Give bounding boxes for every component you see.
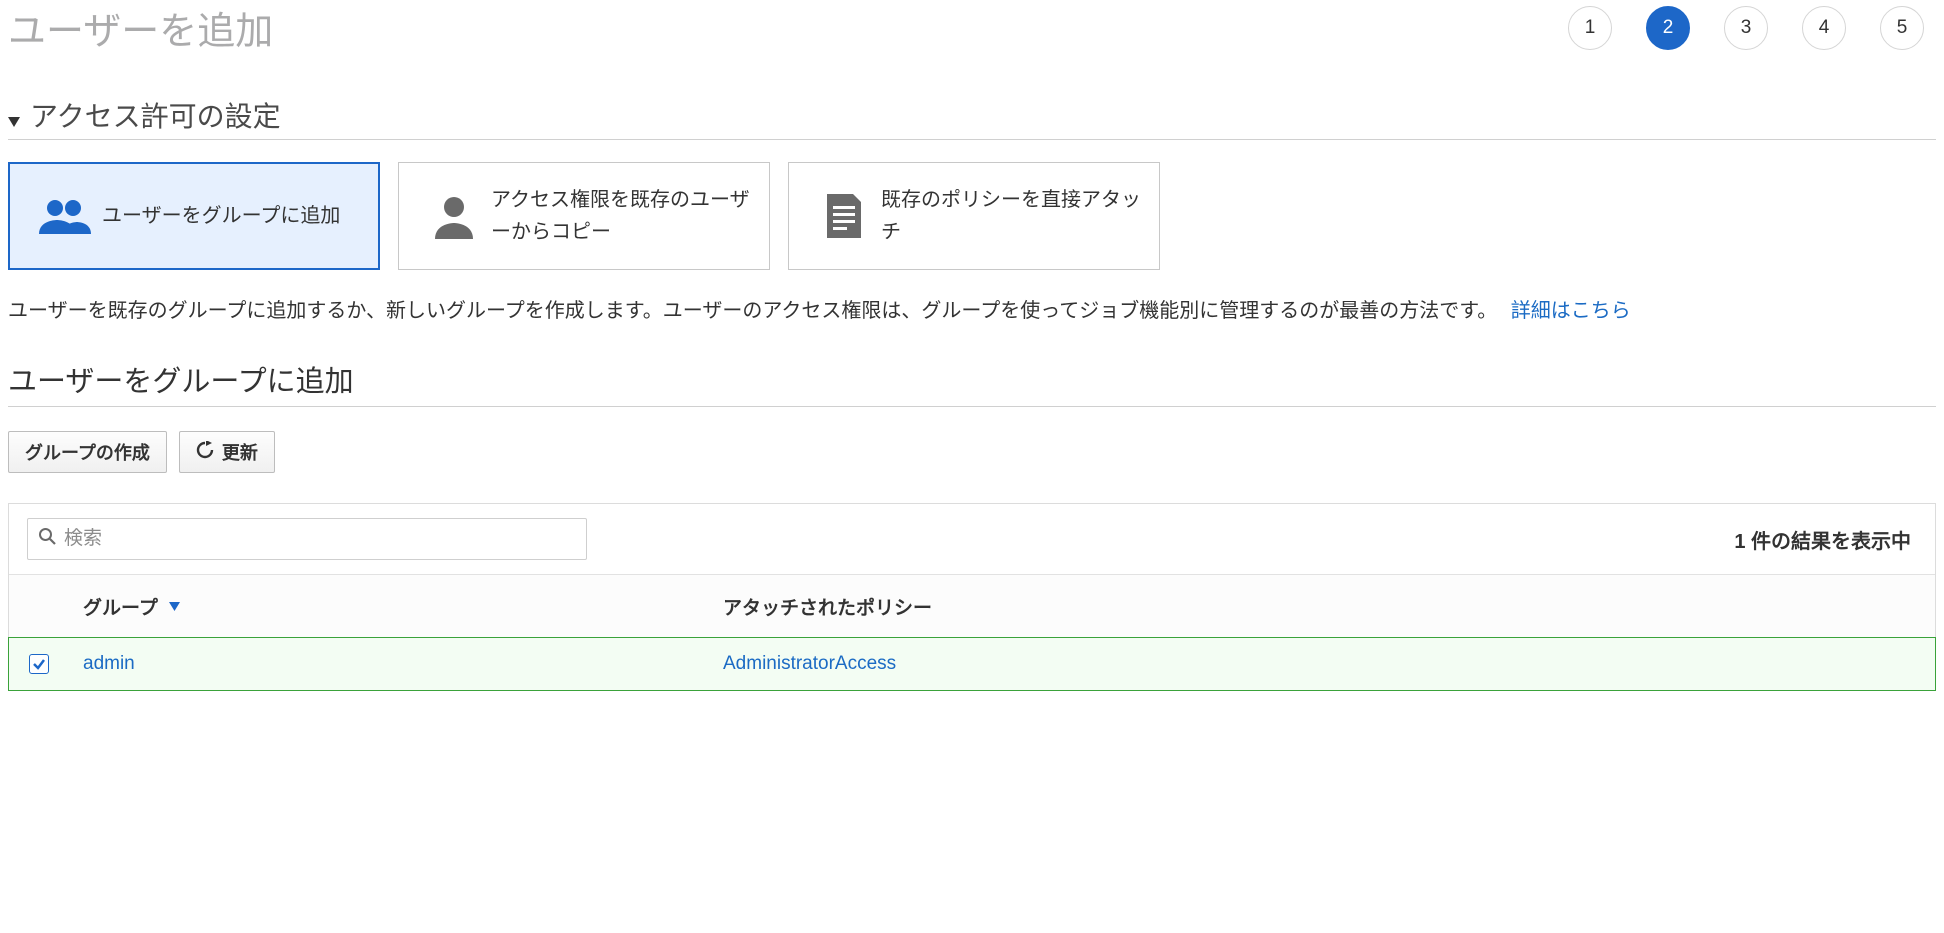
permission-option-cards: ユーザーをグループに追加 アクセス権限を既存のユーザーからコピー: [8, 162, 1936, 270]
group-name-link[interactable]: admin: [83, 653, 135, 675]
option-label: ユーザーをグループに追加: [102, 200, 340, 232]
column-group[interactable]: グループ: [69, 593, 709, 620]
option-add-user-to-group[interactable]: ユーザーをグループに追加: [8, 162, 380, 270]
description-text: ユーザーを既存のグループに追加するか、新しいグループを作成します。ユーザーのアク…: [8, 292, 1936, 330]
caret-down-icon: [8, 102, 20, 134]
search-box[interactable]: [27, 518, 587, 560]
groups-table: 1 件の結果を表示中 グループ アタッチされたポリシー admin: [8, 503, 1936, 691]
step-1[interactable]: 1: [1568, 6, 1612, 50]
policy-link[interactable]: AdministratorAccess: [723, 653, 896, 674]
table-row[interactable]: admin AdministratorAccess: [8, 637, 1936, 691]
create-group-label: グループの作成: [25, 439, 150, 465]
page-title: ユーザーを追加: [8, 0, 273, 55]
column-group-label: グループ: [83, 593, 158, 620]
search-icon: [38, 527, 56, 551]
result-count: 1 件の結果を表示中: [1734, 525, 1917, 554]
person-icon: [417, 193, 491, 239]
option-attach-policy[interactable]: 既存のポリシーを直接アタッチ: [788, 162, 1160, 270]
sort-caret-icon: [169, 599, 180, 614]
column-policy-label: アタッチされたポリシー: [723, 598, 932, 619]
description-body: ユーザーを既存のグループに追加するか、新しいグループを作成します。ユーザーのアク…: [8, 300, 1497, 322]
option-label: 既存のポリシーを直接アタッチ: [881, 184, 1141, 248]
option-copy-permissions[interactable]: アクセス権限を既存のユーザーからコピー: [398, 162, 770, 270]
toolbar: グループの作成 更新: [8, 431, 1936, 473]
users-icon: [28, 196, 102, 236]
option-label: アクセス権限を既存のユーザーからコピー: [491, 184, 751, 248]
section-heading[interactable]: アクセス許可の設定: [8, 95, 1936, 140]
step-4[interactable]: 4: [1802, 6, 1846, 50]
column-policy[interactable]: アタッチされたポリシー: [709, 593, 1935, 620]
step-2[interactable]: 2: [1646, 6, 1690, 50]
step-indicator: 1 2 3 4 5: [1568, 6, 1936, 50]
create-group-button[interactable]: グループの作成: [8, 431, 167, 473]
refresh-label: 更新: [222, 439, 258, 465]
document-icon: [807, 192, 881, 240]
step-5[interactable]: 5: [1880, 6, 1924, 50]
learn-more-link[interactable]: 詳細はこちら: [1511, 300, 1631, 322]
search-input[interactable]: [62, 527, 576, 551]
refresh-button[interactable]: 更新: [179, 431, 275, 473]
section-title-text: アクセス許可の設定: [30, 95, 281, 135]
step-3[interactable]: 3: [1724, 6, 1768, 50]
refresh-icon: [196, 441, 214, 464]
table-header: グループ アタッチされたポリシー: [9, 574, 1935, 638]
row-checkbox[interactable]: [29, 654, 49, 674]
sub-heading: ユーザーをグループに追加: [8, 358, 1936, 407]
